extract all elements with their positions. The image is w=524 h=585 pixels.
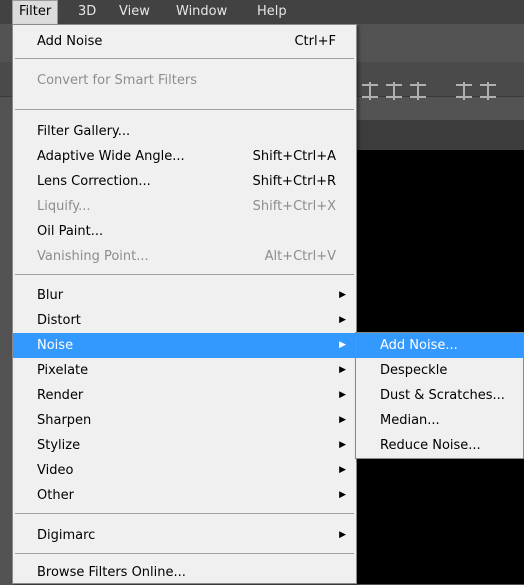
menu-item-stylize[interactable]: Stylize ▶ — [13, 433, 356, 458]
menu-window[interactable]: Window — [170, 0, 233, 24]
submenu-item-median[interactable]: Median... — [356, 408, 523, 433]
submenu-item-label: Reduce Noise... — [380, 438, 481, 453]
menu-item-label: Lens Correction... — [37, 174, 151, 189]
submenu-item-despeckle[interactable]: Despeckle — [356, 358, 523, 383]
menu-item-label: Vanishing Point... — [37, 249, 149, 264]
align-bottom-icon[interactable] — [410, 82, 426, 100]
filter-menu: Add Noise Ctrl+F Convert for Smart Filte… — [12, 24, 357, 584]
document-tab-bar — [355, 120, 524, 150]
menu-item-label: Add Noise — [37, 34, 103, 49]
menu-item-blur[interactable]: Blur ▶ — [13, 283, 356, 308]
menu-item-other[interactable]: Other ▶ — [13, 483, 356, 508]
align-top-icon[interactable] — [362, 82, 378, 100]
menu-bar: Filter 3D View Window Help — [0, 0, 524, 25]
menu-item-label: Stylize — [37, 438, 81, 453]
submenu-arrow-icon: ▶ — [339, 390, 346, 400]
submenu-item-label: Add Noise... — [380, 338, 458, 353]
align-icons-group — [362, 82, 496, 104]
menu-view[interactable]: View — [113, 0, 156, 24]
menu-item-label: Distort — [37, 313, 81, 328]
submenu-arrow-icon: ▶ — [339, 365, 346, 375]
submenu-item-add-noise[interactable]: Add Noise... — [356, 333, 523, 358]
menu-item-label: Browse Filters Online... — [37, 565, 186, 580]
menu-item-shortcut: Shift+Ctrl+R — [252, 174, 337, 189]
menu-item-shortcut: Ctrl+F — [294, 34, 336, 49]
menu-item-liquify[interactable]: Liquify... Shift+Ctrl+X — [13, 194, 356, 219]
menu-3d[interactable]: 3D — [72, 0, 102, 24]
menu-item-noise[interactable]: Noise ▶ — [13, 333, 356, 358]
menu-item-convert-smart-filters[interactable]: Convert for Smart Filters — [13, 68, 356, 93]
menu-item-label: Other — [37, 488, 74, 503]
menu-item-label: Digimarc — [37, 528, 96, 543]
tools-area — [0, 122, 12, 584]
menu-item-label: Video — [37, 463, 74, 478]
menu-item-label: Adaptive Wide Angle... — [37, 149, 185, 164]
submenu-arrow-icon: ▶ — [339, 490, 346, 500]
submenu-arrow-icon: ▶ — [339, 530, 346, 540]
submenu-arrow-icon: ▶ — [339, 440, 346, 450]
menu-item-sharpen[interactable]: Sharpen ▶ — [13, 408, 356, 433]
align-vcenter-icon[interactable] — [386, 82, 402, 100]
submenu-item-label: Despeckle — [380, 363, 448, 378]
menu-item-shortcut: Alt+Ctrl+V — [264, 249, 336, 264]
submenu-arrow-icon: ▶ — [339, 415, 346, 425]
menu-item-shortcut: Shift+Ctrl+A — [252, 149, 336, 164]
submenu-item-dust-scratches[interactable]: Dust & Scratches... — [356, 383, 523, 408]
submenu-arrow-icon: ▶ — [339, 465, 346, 475]
menu-item-lens-correction[interactable]: Lens Correction... Shift+Ctrl+R — [13, 169, 356, 194]
submenu-arrow-icon: ▶ — [339, 290, 346, 300]
submenu-arrow-icon: ▶ — [339, 340, 346, 350]
menu-item-digimarc[interactable]: Digimarc ▶ — [13, 523, 356, 548]
menu-item-browse-filters-online[interactable]: Browse Filters Online... — [13, 560, 356, 585]
menu-separator — [15, 553, 354, 554]
menu-item-label: Convert for Smart Filters — [37, 73, 197, 88]
menu-item-distort[interactable]: Distort ▶ — [13, 308, 356, 333]
menu-item-filter-gallery[interactable]: Filter Gallery... — [13, 119, 356, 144]
menu-item-label: Filter Gallery... — [37, 124, 131, 139]
menu-item-pixelate[interactable]: Pixelate ▶ — [13, 358, 356, 383]
submenu-arrow-icon: ▶ — [339, 315, 346, 325]
menu-item-render[interactable]: Render ▶ — [13, 383, 356, 408]
menu-separator — [15, 58, 354, 59]
menu-item-video[interactable]: Video ▶ — [13, 458, 356, 483]
menu-separator — [15, 109, 354, 110]
menu-item-label: Sharpen — [37, 413, 92, 428]
menu-item-label: Oil Paint... — [37, 224, 104, 239]
menu-item-label: Blur — [37, 288, 64, 303]
menu-item-oil-paint[interactable]: Oil Paint... — [13, 219, 356, 244]
menu-item-label: Render — [37, 388, 84, 403]
distribute-hcenter-icon[interactable] — [480, 82, 496, 100]
menu-help[interactable]: Help — [251, 0, 293, 24]
submenu-item-reduce-noise[interactable]: Reduce Noise... — [356, 433, 523, 458]
noise-submenu: Add Noise... Despeckle Dust & Scratches.… — [355, 332, 524, 459]
distribute-left-icon[interactable] — [456, 82, 472, 100]
menu-item-vanishing-point[interactable]: Vanishing Point... Alt+Ctrl+V — [13, 244, 356, 269]
menu-item-adaptive-wide-angle[interactable]: Adaptive Wide Angle... Shift+Ctrl+A — [13, 144, 356, 169]
menu-item-label: Pixelate — [37, 363, 89, 378]
menu-item-label: Noise — [37, 338, 74, 353]
menu-item-last-filter[interactable]: Add Noise Ctrl+F — [13, 29, 356, 54]
menu-filter[interactable]: Filter — [12, 0, 59, 25]
menu-separator — [15, 274, 354, 275]
menu-item-label: Liquify... — [37, 199, 91, 214]
submenu-item-label: Median... — [380, 413, 440, 428]
submenu-item-label: Dust & Scratches... — [380, 388, 505, 403]
menu-separator — [15, 513, 354, 514]
menu-item-shortcut: Shift+Ctrl+X — [252, 199, 336, 214]
